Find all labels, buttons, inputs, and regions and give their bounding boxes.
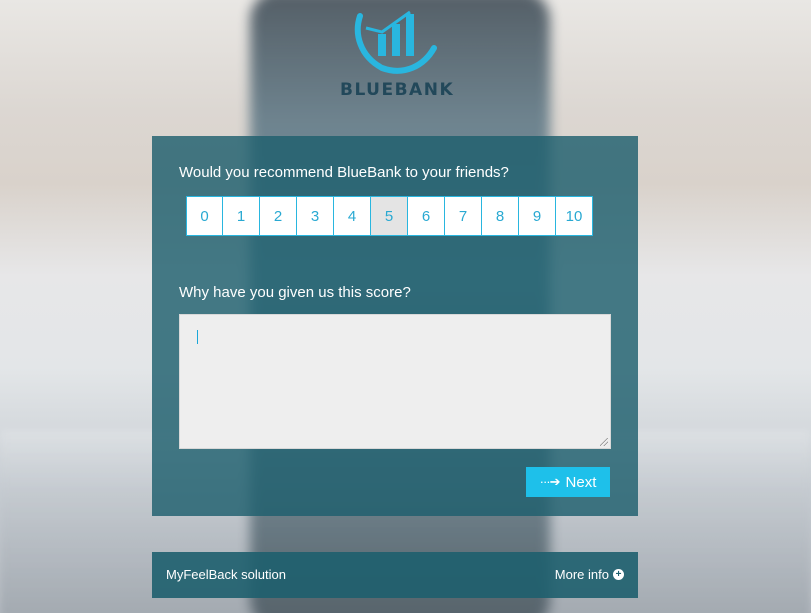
nps-option-1[interactable]: 1 bbox=[223, 196, 260, 236]
nps-scale: 0 1 2 3 4 5 6 7 8 9 10 bbox=[186, 196, 593, 236]
brand-name: BLUEBANK bbox=[340, 80, 455, 100]
nps-option-0[interactable]: 0 bbox=[186, 196, 223, 236]
nps-option-6[interactable]: 6 bbox=[408, 196, 445, 236]
more-info-link[interactable]: More info + bbox=[555, 567, 624, 582]
nps-option-8[interactable]: 8 bbox=[482, 196, 519, 236]
dotted-arrow-right-icon: ···➔ bbox=[539, 474, 561, 489]
survey-panel: Would you recommend BlueBank to your fri… bbox=[152, 136, 638, 516]
next-button[interactable]: ···➔ Next bbox=[526, 467, 610, 497]
nps-option-4[interactable]: 4 bbox=[334, 196, 371, 236]
more-info-label: More info bbox=[554, 567, 609, 582]
nps-option-5[interactable]: 5 bbox=[371, 196, 408, 236]
bluebank-logo-icon bbox=[354, 10, 437, 74]
nps-option-3[interactable]: 3 bbox=[297, 196, 334, 236]
bluebank-logo: BLUEBANK bbox=[340, 4, 455, 100]
next-button-label: Next bbox=[565, 473, 597, 491]
nps-option-7[interactable]: 7 bbox=[445, 196, 482, 236]
footer-bar: MyFeelBack solution More info + bbox=[152, 552, 638, 598]
question-recommend: Would you recommend BlueBank to your fri… bbox=[179, 164, 509, 181]
reason-textarea[interactable] bbox=[179, 314, 611, 449]
nps-option-10[interactable]: 10 bbox=[556, 196, 593, 236]
nps-option-9[interactable]: 9 bbox=[519, 196, 556, 236]
footer-solution: MyFeelBack solution bbox=[166, 567, 286, 582]
nps-option-2[interactable]: 2 bbox=[260, 196, 297, 236]
text-caret bbox=[197, 330, 198, 344]
resize-handle-icon[interactable] bbox=[600, 438, 608, 446]
plus-circle-icon: + bbox=[613, 569, 624, 580]
question-reason: Why have you given us this score? bbox=[179, 284, 411, 301]
